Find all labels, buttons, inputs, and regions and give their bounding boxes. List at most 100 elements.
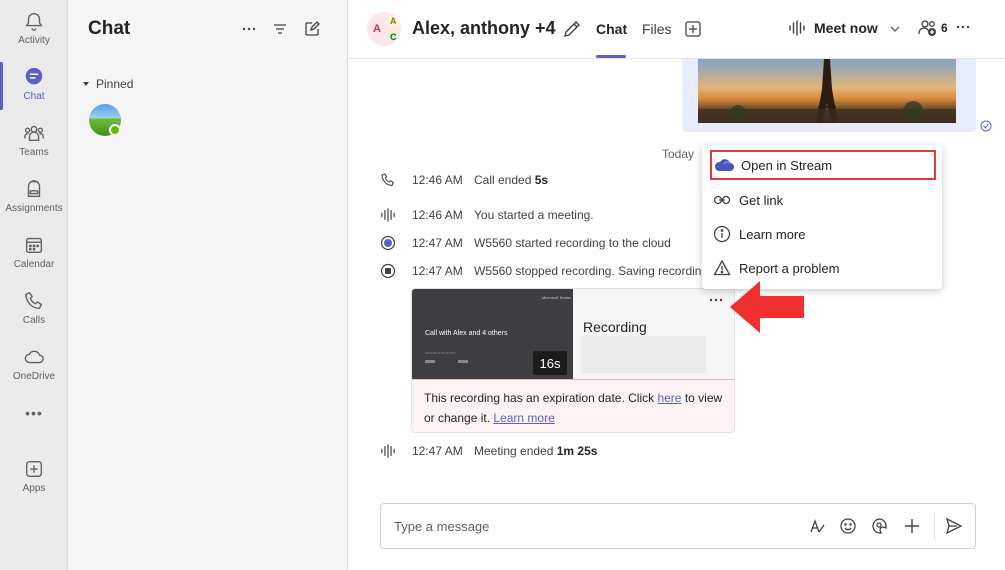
eiffel-tower-image[interactable] (698, 59, 956, 123)
rail-item-apps[interactable]: Apps (0, 454, 68, 506)
sent-message-bubble[interactable] (682, 59, 976, 132)
menu-item-label: Report a problem (739, 260, 840, 276)
active-tab-indicator (596, 55, 626, 58)
plus-icon (905, 519, 919, 533)
ellipsis-icon (956, 25, 970, 29)
rail-label: Calls (22, 315, 46, 326)
new-chat-button[interactable] (301, 18, 323, 40)
meeting-icon (789, 20, 805, 36)
rail-more-button[interactable]: ••• (0, 405, 68, 429)
add-app-icon (25, 460, 43, 478)
format-icon (810, 519, 825, 533)
read-receipt-icon (980, 119, 992, 132)
rail-item-onedrive[interactable]: OneDrive (0, 342, 68, 394)
rail-label: Assignments (5, 203, 63, 214)
participants-button[interactable]: 6 (918, 19, 948, 37)
recording-duration: 16s (533, 351, 567, 375)
app-rail: Activity Chat Teams Assignments Calendar… (0, 0, 68, 570)
thumb-meta-bar (458, 360, 468, 363)
tab-chat[interactable]: Chat (596, 21, 627, 37)
system-event: 12:47 AM W5560 started recording to the … (378, 233, 671, 253)
phone-icon (25, 291, 43, 310)
message-input[interactable]: Type a message (394, 519, 489, 534)
send-button[interactable] (944, 516, 964, 536)
chat-icon (25, 67, 43, 85)
menu-item-label: Learn more (739, 226, 806, 242)
tab-files[interactable]: Files (642, 21, 672, 37)
rail-label: Calendar (13, 259, 55, 270)
backpack-icon (27, 180, 41, 198)
rail-label: Chat (23, 91, 45, 102)
chat-list-pane: Chat Pinned (68, 0, 348, 570)
chevron-down-icon (890, 26, 900, 32)
pinned-label: Pinned (96, 77, 134, 91)
filter-button[interactable] (269, 18, 291, 40)
link-icon (712, 190, 732, 210)
pinned-section-header[interactable]: Pinned (82, 77, 133, 91)
emoji-button[interactable] (838, 516, 858, 536)
rail-label: Activity (18, 35, 50, 46)
caret-down-icon (83, 82, 89, 86)
info-icon (712, 224, 732, 244)
system-event: 12:47 AM W5560 stopped recording. Saving… (378, 261, 708, 281)
rail-item-chat[interactable]: Chat (0, 62, 68, 114)
recording-thumbnail[interactable]: Microsoft Teams Call with Alex and 4 oth… (412, 289, 573, 379)
menu-item-label: Open in Stream (741, 157, 833, 173)
rail-label: Apps (22, 483, 46, 494)
group-avatar[interactable]: A A C (367, 12, 401, 46)
pencil-icon (564, 21, 580, 37)
event-text: W5560 started recording to the cloud (474, 236, 671, 250)
system-event: 12:46 AM Call ended 5s (378, 170, 548, 190)
event-text: Call ended 5s (474, 173, 549, 187)
expiration-notice: This recording has an expiration date. C… (412, 379, 734, 432)
event-text: W5560 stopped recording. Saving recordin… (474, 264, 709, 278)
stop-icon (378, 261, 398, 281)
teams-icon (24, 125, 44, 142)
people-add-icon (918, 20, 936, 36)
thumb-meta-bar (425, 360, 435, 363)
emoji-icon (840, 518, 856, 534)
menu-item-get-link[interactable]: Get link (710, 185, 936, 215)
chat-more-button[interactable] (955, 19, 971, 40)
rail-item-calls[interactable]: Calls (0, 286, 68, 338)
rail-item-activity[interactable]: Activity (0, 6, 68, 58)
meet-now-button[interactable]: Meet now (788, 20, 878, 36)
rename-chat-button[interactable] (562, 19, 582, 39)
here-link[interactable]: here (657, 391, 681, 405)
recording-card[interactable]: Microsoft Teams Call with Alex and 4 oth… (411, 288, 735, 433)
add-attachment-button[interactable] (902, 516, 922, 536)
rail-item-calendar[interactable]: Calendar (0, 230, 68, 282)
meet-options-button[interactable] (889, 22, 901, 40)
chat-main: A A C Alex, anthony +4 Chat Files Meet n… (348, 0, 1005, 570)
chat-header: A A C Alex, anthony +4 Chat Files Meet n… (348, 0, 1005, 59)
event-time: 12:47 AM (412, 236, 463, 250)
add-tab-button[interactable] (684, 20, 702, 38)
learn-more-link[interactable]: Learn more (493, 411, 554, 425)
format-button[interactable] (807, 516, 827, 536)
event-text: Meeting ended 1m 25s (474, 444, 598, 458)
available-status-icon (109, 124, 121, 136)
recording-more-button[interactable] (708, 293, 724, 309)
sticker-button[interactable] (870, 516, 890, 536)
meeting-icon (378, 441, 398, 461)
calendar-icon (25, 237, 43, 254)
date-divider: Today (662, 147, 695, 161)
bell-icon (25, 13, 43, 31)
menu-item-learn-more[interactable]: Learn more (710, 219, 936, 249)
thumb-title: Call with Alex and 4 others (425, 330, 508, 337)
rail-item-teams[interactable]: Teams (0, 118, 68, 170)
message-compose-box[interactable]: Type a message (380, 503, 976, 549)
avatar-letter: A (373, 23, 381, 35)
event-time: 12:47 AM (412, 444, 463, 458)
avatar-letter: A (388, 16, 399, 26)
cloud-icon (24, 350, 44, 364)
system-event: 12:47 AM Meeting ended 1m 25s (378, 441, 597, 461)
compose-divider (934, 514, 935, 540)
rail-item-assignments[interactable]: Assignments (0, 174, 68, 226)
send-icon (945, 517, 963, 535)
menu-item-open-in-stream[interactable]: Open in Stream (710, 150, 936, 180)
more-options-button[interactable] (238, 18, 260, 40)
participant-count: 6 (941, 21, 948, 35)
chat-title: Alex, anthony +4 (412, 18, 556, 38)
avatar-letter: C (388, 32, 399, 42)
